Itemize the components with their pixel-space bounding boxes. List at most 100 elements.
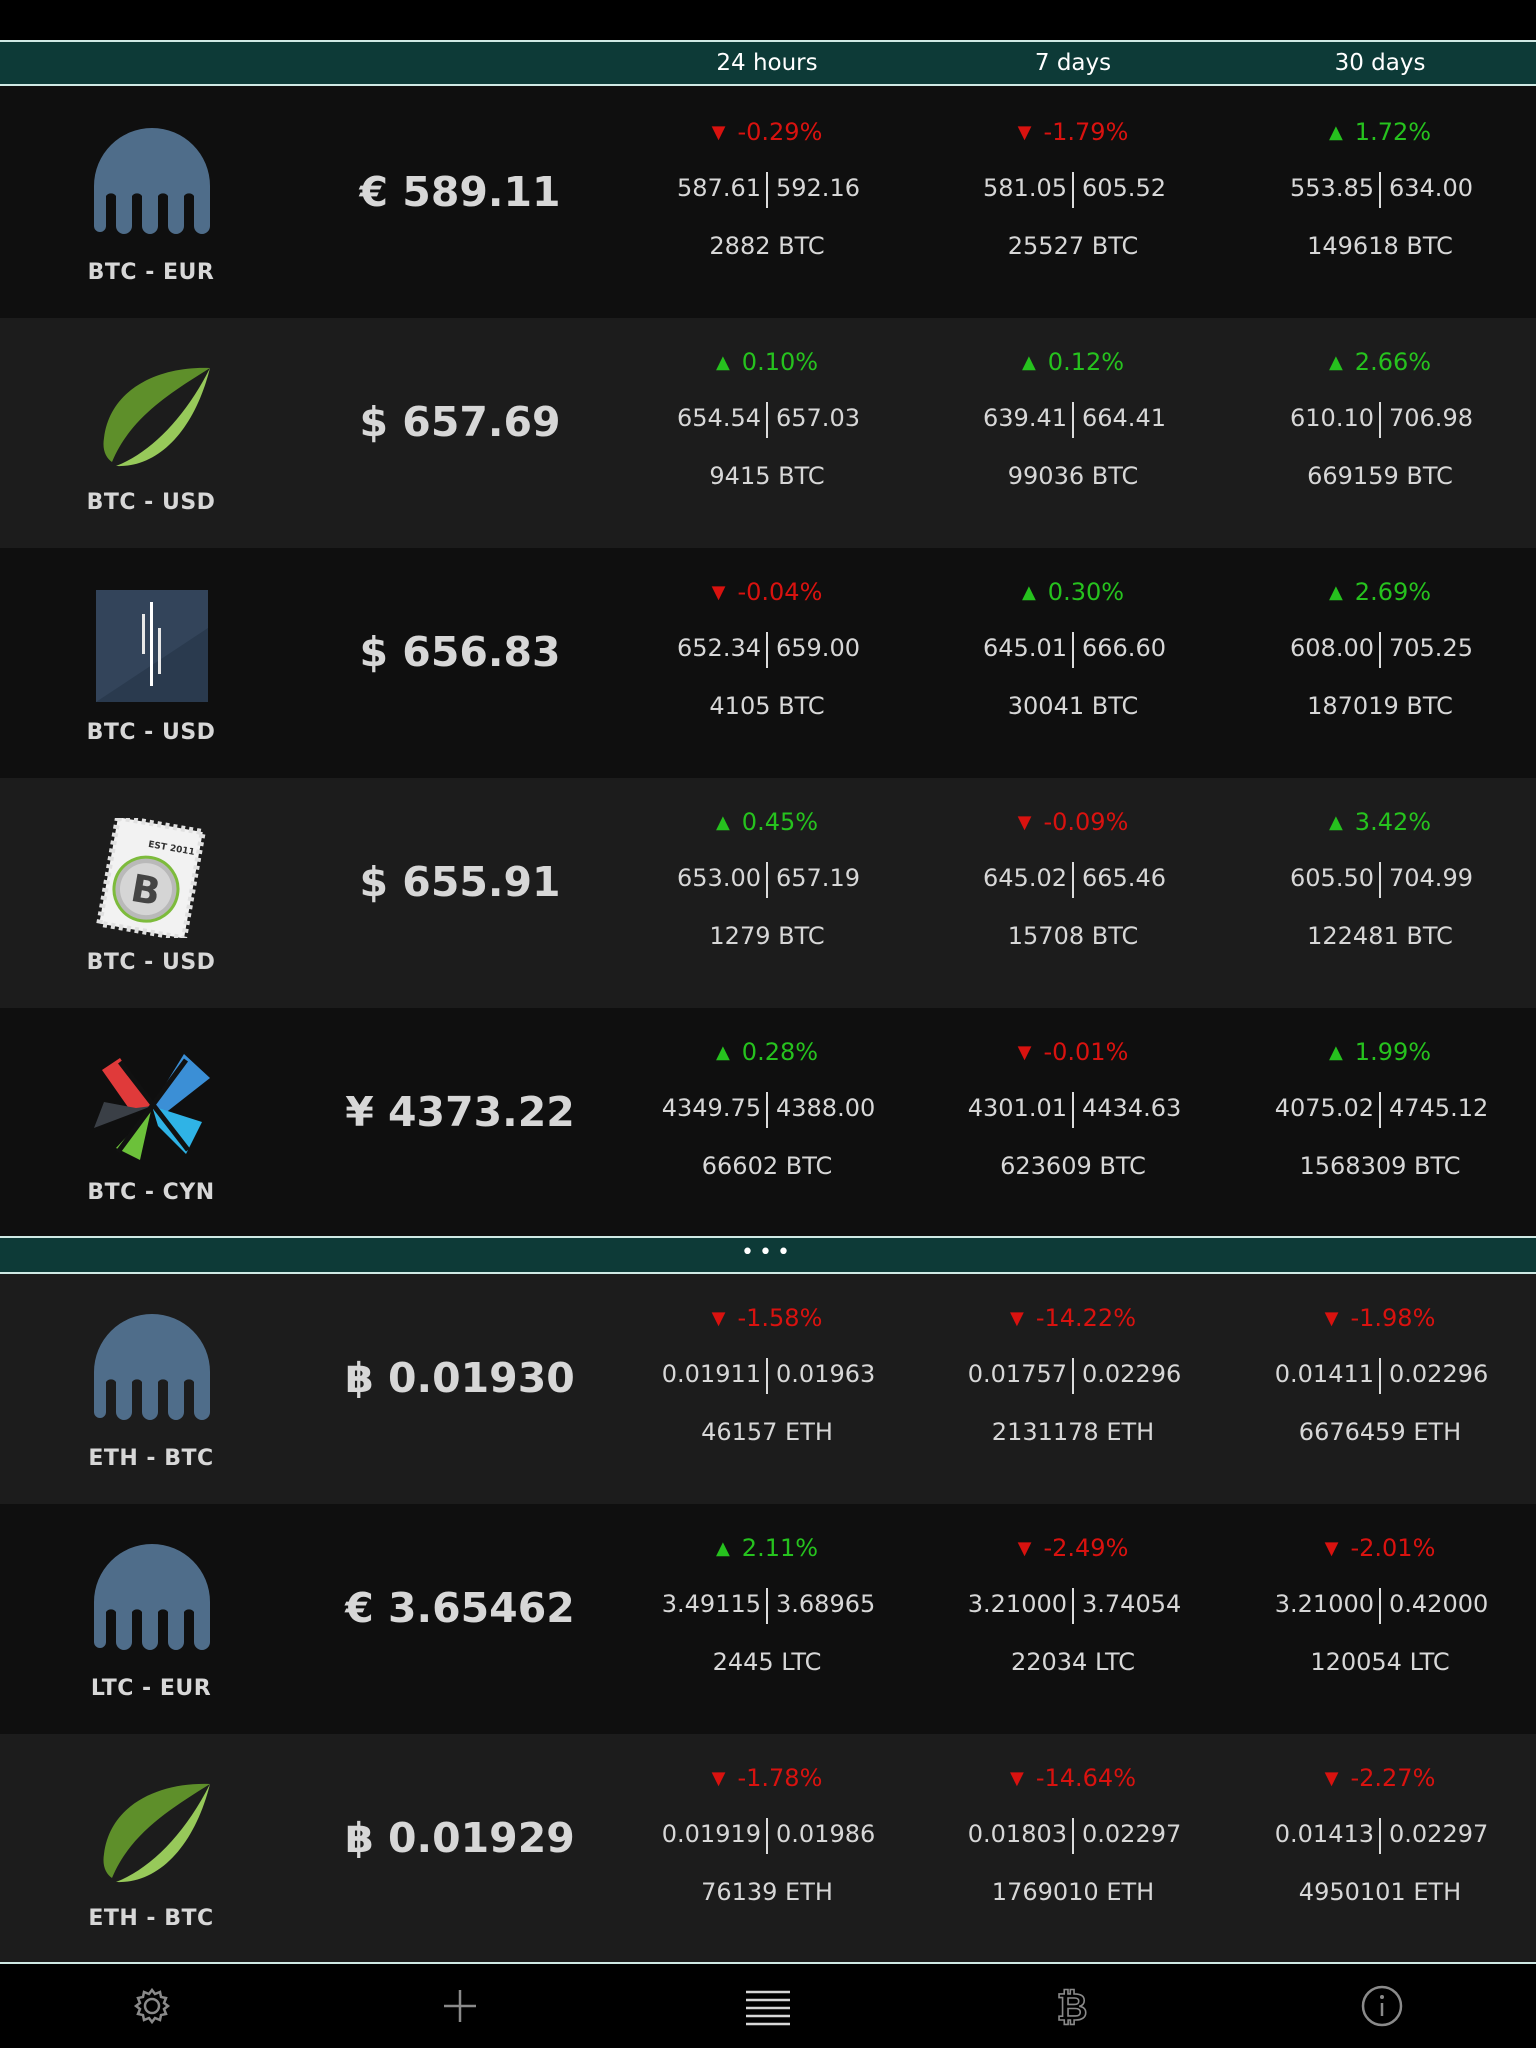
volume: 187019 BTC <box>1307 692 1453 720</box>
section-divider[interactable]: ••• <box>0 1236 1536 1274</box>
range-low: 645.01 <box>983 634 1067 662</box>
range-low: 610.10 <box>1290 404 1374 432</box>
ticker-row[interactable]: BTC - USD $ 656.83 ▼ -0.04% 652.34 659.00 4105… <box>0 548 1536 778</box>
volume: 1279 BTC <box>709 922 825 950</box>
volume: 122481 BTC <box>1307 922 1453 950</box>
stat-d30: ▼ -2.27% 0.01413 0.02297 4950101 ETH <box>1230 1734 1530 1964</box>
volume: 30041 BTC <box>1007 692 1139 720</box>
change-value: -1.79% <box>1043 118 1129 146</box>
more-dots: ••• <box>741 1240 795 1265</box>
price-range: 3.21000 3.74054 <box>923 1588 1223 1624</box>
pair-label: BTC - EUR <box>87 260 215 285</box>
arrow-down-icon: ▼ <box>711 122 726 143</box>
range-separator <box>766 862 768 898</box>
pair-label: ETH - BTC <box>88 1446 214 1471</box>
price-range: 3.21000 0.42000 <box>1230 1588 1530 1624</box>
volume: 22034 LTC <box>1010 1648 1136 1676</box>
pair-label: BTC - USD <box>86 950 216 975</box>
arrow-up-icon: ▲ <box>1328 812 1343 833</box>
range-separator <box>1379 402 1381 438</box>
arrow-up-icon: ▲ <box>715 1042 730 1063</box>
range-low: 3.21000 <box>967 1590 1067 1618</box>
range-low: 4075.02 <box>1274 1094 1374 1122</box>
change-value: -14.22% <box>1035 1304 1136 1332</box>
range-low: 581.05 <box>983 174 1067 202</box>
change-percent: ▲ 2.11% <box>617 1534 917 1562</box>
last-price: $ 655.91 <box>359 858 561 906</box>
exchange-logo <box>80 1774 224 1894</box>
last-price: ¥ 4373.22 <box>345 1088 575 1136</box>
range-separator <box>1072 1818 1074 1854</box>
range-separator <box>766 172 768 208</box>
range-high: 0.02296 <box>1082 1360 1182 1388</box>
bitstamp-stamp-icon: BEST 2011 <box>95 818 207 938</box>
change-value: 0.28% <box>741 1038 819 1066</box>
price-range: 581.05 605.52 <box>923 172 1223 208</box>
stat-d7: ▼ -14.22% 0.01757 0.02296 2131178 ETH <box>923 1274 1223 1504</box>
stat-d30: ▲ 2.66% 610.10 706.98 669159 BTC <box>1230 318 1530 548</box>
change-percent: ▲ 0.12% <box>923 348 1223 376</box>
change-value: 1.72% <box>1354 118 1432 146</box>
bitfinex-leaf-icon <box>103 1783 210 1883</box>
change-percent: ▼ -2.27% <box>1230 1764 1530 1792</box>
header-30-days: 30 days <box>1334 50 1426 76</box>
arrow-down-icon: ▼ <box>1017 1042 1032 1063</box>
ticker-row[interactable]: ETH - BTC ฿ 0.01929 ▼ -1.78% 0.01919 0.01986 7… <box>0 1734 1536 1964</box>
stat-d30: ▼ -1.98% 0.01411 0.02296 6676459 ETH <box>1230 1274 1530 1504</box>
change-value: -1.78% <box>737 1764 823 1792</box>
change-percent: ▼ -1.79% <box>923 118 1223 146</box>
change-percent: ▼ -14.22% <box>923 1304 1223 1332</box>
stat-h24: ▼ -0.29% 587.61 592.16 2882 BTC <box>617 88 917 318</box>
range-high: 0.42000 <box>1389 1590 1489 1618</box>
settings-tab[interactable] <box>122 1982 182 2030</box>
ticker-row[interactable]: B EST 2011 BTC - USD $ 655.91 ▲ 0.45% 653.00 65… <box>0 778 1536 1008</box>
range-high: 4434.63 <box>1082 1094 1182 1122</box>
ticker-row[interactable]: LTC - EUR € 3.65462 ▲ 2.11% 3.49115 3.68965 24… <box>0 1504 1536 1734</box>
ticker-row[interactable]: BTC - USD $ 657.69 ▲ 0.10% 654.54 657.03 9415 … <box>0 318 1536 548</box>
range-low: 0.01413 <box>1274 1820 1374 1848</box>
last-price: ฿ 0.01929 <box>345 1814 575 1862</box>
arrow-down-icon: ▼ <box>1324 1538 1339 1559</box>
price-range: 0.01919 0.01986 <box>617 1818 917 1854</box>
change-percent: ▼ -0.09% <box>923 808 1223 836</box>
range-low: 645.02 <box>983 864 1067 892</box>
volume: 623609 BTC <box>1000 1152 1146 1180</box>
range-separator <box>1379 172 1381 208</box>
change-value: 2.11% <box>741 1534 819 1562</box>
range-high: 706.98 <box>1389 404 1473 432</box>
change-percent: ▲ 2.69% <box>1230 578 1530 606</box>
add-tab[interactable] <box>430 1982 490 2030</box>
last-price: ฿ 0.01930 <box>345 1354 575 1402</box>
change-percent: ▲ 0.28% <box>617 1038 917 1066</box>
range-low: 3.21000 <box>1274 1590 1374 1618</box>
range-high: 0.02296 <box>1389 1360 1489 1388</box>
ticker-row[interactable]: BTC - CYN ¥ 4373.22 ▲ 0.28% 4349.75 4388.00 66… <box>0 1008 1536 1238</box>
price-range: 3.49115 3.68965 <box>617 1588 917 1624</box>
price-range: 4349.75 4388.00 <box>617 1092 917 1128</box>
range-separator <box>1379 1588 1381 1624</box>
stat-h24: ▼ -0.04% 652.34 659.00 4105 BTC <box>617 548 917 778</box>
plus-icon <box>444 1990 476 2022</box>
range-separator <box>1379 632 1381 668</box>
header-7-days: 7 days <box>1034 50 1112 76</box>
bitcoin-tab[interactable]: ₿ <box>1042 1982 1102 2030</box>
volume: 76139 ETH <box>701 1878 833 1906</box>
info-tab[interactable] <box>1352 1982 1412 2030</box>
stat-d30: ▲ 1.72% 553.85 634.00 149618 BTC <box>1230 88 1530 318</box>
range-separator <box>1072 1358 1074 1394</box>
range-low: 0.01803 <box>967 1820 1067 1848</box>
range-low: 639.41 <box>983 404 1067 432</box>
range-low: 605.50 <box>1290 864 1374 892</box>
price-range: 0.01757 0.02296 <box>923 1358 1223 1394</box>
range-high: 592.16 <box>776 174 860 202</box>
list-tab[interactable] <box>738 1982 798 2030</box>
price-range: 0.01411 0.02296 <box>1230 1358 1530 1394</box>
ticker-row[interactable]: ETH - BTC ฿ 0.01930 ▼ -1.58% 0.01911 0.01963 4… <box>0 1274 1536 1504</box>
volume: 9415 BTC <box>709 462 825 490</box>
volume: 46157 ETH <box>701 1418 833 1446</box>
change-percent: ▼ -2.01% <box>1230 1534 1530 1562</box>
status-bar <box>0 0 1536 40</box>
ticker-row[interactable]: BTC - EUR € 589.11 ▼ -0.29% 587.61 592.16 2882… <box>0 88 1536 318</box>
range-high: 657.19 <box>776 864 860 892</box>
change-percent: ▼ -1.98% <box>1230 1304 1530 1332</box>
